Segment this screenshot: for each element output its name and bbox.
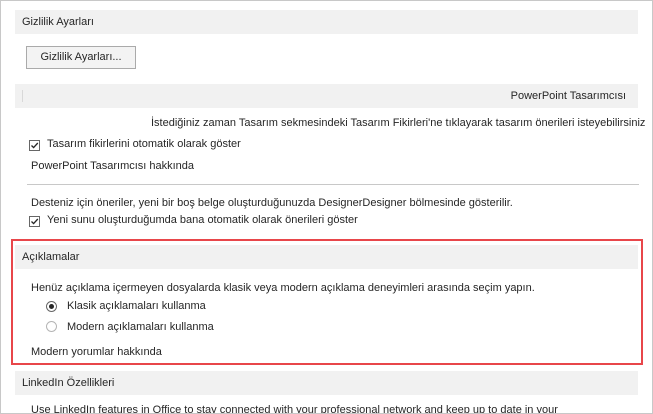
designer-divider xyxy=(27,184,639,185)
linkedin-description: Use LinkedIn features in Office to stay … xyxy=(31,404,558,414)
designer-section-header: PowerPoint Tasarımcısı xyxy=(15,84,638,108)
options-panel: Gizlilik Ayarları Gizlilik Ayarları... P… xyxy=(0,0,653,414)
auto-design-ideas-label[interactable]: Tasarım fikirlerini otomatik olarak göst… xyxy=(47,138,241,150)
comments-highlight-box xyxy=(11,239,643,365)
privacy-section-header: Gizlilik Ayarları xyxy=(15,10,638,34)
linkedin-section-header: LinkedIn Özellikleri xyxy=(15,371,638,395)
new-deck-suggestions-checkbox[interactable] xyxy=(29,216,40,227)
new-deck-description: Desteniz için öneriler, yeni bir boş bel… xyxy=(31,197,513,209)
auto-design-ideas-checkbox[interactable] xyxy=(29,140,40,151)
designer-description: İstediğiniz zaman Tasarım sekmesindeki T… xyxy=(151,117,646,129)
checkmark-icon xyxy=(31,218,39,225)
designer-about-link[interactable]: PowerPoint Tasarımcısı hakkında xyxy=(31,160,194,172)
designer-header-label: PowerPoint Tasarımcısı xyxy=(510,90,626,102)
new-deck-suggestions-label[interactable]: Yeni sunu oluşturduğumda bana otomatik o… xyxy=(47,214,358,226)
header-separator xyxy=(22,90,23,102)
privacy-settings-button[interactable]: Gizlilik Ayarları... xyxy=(26,46,136,69)
checkmark-icon xyxy=(31,142,39,149)
